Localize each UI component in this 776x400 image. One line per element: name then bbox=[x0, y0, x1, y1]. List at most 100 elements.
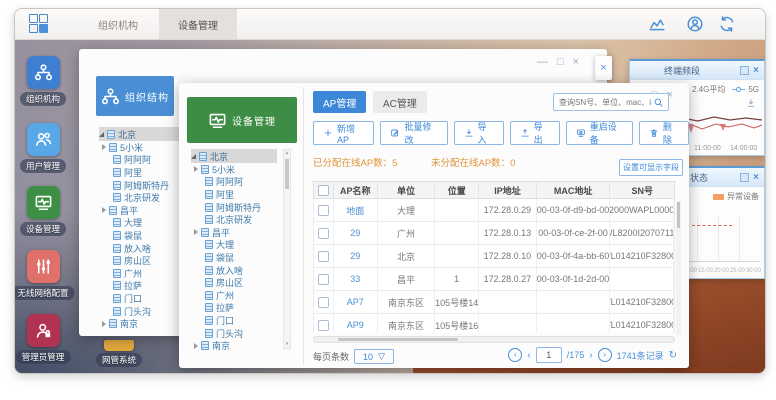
tree-node[interactable]: 阿姆斯特丹 bbox=[109, 179, 185, 192]
tree-node[interactable]: 阿阿阿 bbox=[201, 176, 277, 189]
tree-node[interactable]: 袋鼠 bbox=[201, 251, 277, 264]
tree-node[interactable]: 门头沟 bbox=[109, 305, 185, 318]
tree-node[interactable]: 昌平 bbox=[201, 226, 277, 239]
desktop-shortcut-5[interactable] bbox=[27, 314, 60, 347]
tab-AP管理[interactable]: AP管理 bbox=[313, 91, 366, 113]
table-row[interactable]: AP9南京东区105号楼16WL014210F328000 bbox=[314, 314, 674, 333]
table-row[interactable]: AP7南京东区105号楼14WL014210F328000 bbox=[314, 291, 674, 314]
refresh-icon[interactable]: ↻ bbox=[669, 350, 677, 361]
tree-root-node[interactable]: 北京 bbox=[99, 127, 185, 141]
search-icon[interactable] bbox=[653, 97, 664, 108]
activity-chart-icon[interactable] bbox=[648, 15, 666, 33]
desktop-shortcut-2[interactable] bbox=[27, 123, 60, 156]
per-page-select[interactable]: 10 ▽ bbox=[354, 349, 394, 364]
row-checkbox[interactable] bbox=[318, 274, 329, 285]
close-icon[interactable]: × bbox=[753, 172, 759, 183]
last-page-button[interactable]: › bbox=[598, 348, 612, 362]
row-checkbox[interactable] bbox=[318, 297, 329, 308]
tree-node[interactable]: 大理 bbox=[109, 217, 185, 230]
tree-node[interactable]: 门口 bbox=[109, 292, 185, 305]
tree-node[interactable]: 阿里 bbox=[201, 188, 277, 201]
row-checkbox[interactable] bbox=[318, 205, 329, 216]
tree-node[interactable]: 放入啥 bbox=[201, 264, 277, 277]
toolbar-button-删除[interactable]: 删除 bbox=[639, 121, 689, 145]
table-row[interactable]: 33昌平1172.28.0.2700-03-0f-1d-2d-00 bbox=[314, 268, 674, 291]
page-input[interactable] bbox=[536, 347, 562, 363]
first-page-button[interactable]: ‹ bbox=[508, 348, 522, 362]
table-row[interactable]: 29广州172.28.0.1300-03-0f-ce-2f-00WL8200I2… bbox=[314, 222, 674, 245]
tree-node[interactable]: 南京 bbox=[201, 339, 277, 352]
cell-name[interactable]: 29 bbox=[334, 245, 378, 267]
tree-node[interactable]: 阿里 bbox=[109, 166, 185, 179]
tree-node[interactable]: 阿阿阿 bbox=[109, 154, 185, 167]
desktop-shortcut-1[interactable] bbox=[27, 56, 60, 89]
tree-node[interactable]: 广州 bbox=[109, 267, 185, 280]
table-row[interactable]: 29北京172.28.0.1000-03-0f-4a-bb-60WL014210… bbox=[314, 245, 674, 268]
close-icon[interactable]: × bbox=[753, 65, 759, 76]
tree-node[interactable]: 门口 bbox=[201, 314, 277, 327]
topbar-tab-1[interactable]: 组织机构 bbox=[75, 9, 161, 39]
tree-node[interactable]: 昌平 bbox=[109, 204, 185, 217]
panel-pin-icon[interactable] bbox=[740, 173, 749, 182]
row-checkbox[interactable] bbox=[318, 251, 329, 262]
maximize-button[interactable]: □ bbox=[557, 57, 564, 68]
collapsed-caret-icon[interactable] bbox=[194, 229, 198, 235]
minimize-button[interactable]: — bbox=[537, 57, 548, 68]
row-checkbox[interactable] bbox=[318, 320, 329, 331]
tree-node[interactable]: 拉萨 bbox=[109, 280, 185, 293]
collapsed-caret-icon[interactable] bbox=[102, 321, 106, 327]
desktop-shortcut-4[interactable] bbox=[27, 250, 60, 283]
toolbar-button-批量修改[interactable]: 批量修改 bbox=[380, 121, 447, 145]
collapsed-caret-icon[interactable] bbox=[102, 144, 106, 150]
close-button[interactable]: × bbox=[573, 57, 579, 68]
tree-node[interactable]: 5小米 bbox=[201, 163, 277, 176]
tree-root-node[interactable]: 北京 bbox=[191, 149, 277, 163]
tree-node[interactable]: 南京 bbox=[109, 317, 185, 330]
tree-node[interactable]: 5小米 bbox=[109, 141, 185, 154]
row-checkbox[interactable] bbox=[318, 228, 329, 239]
next-page-button[interactable]: › bbox=[589, 350, 592, 361]
tree-node[interactable]: 阿姆斯特丹 bbox=[201, 201, 277, 214]
table-horizontal-scrollbar[interactable] bbox=[313, 336, 675, 343]
refresh-icon[interactable] bbox=[718, 15, 736, 33]
toolbar-button-重启设备[interactable]: 重启设备 bbox=[566, 121, 633, 145]
tree-node[interactable]: 门头沟 bbox=[201, 327, 277, 340]
search-input[interactable] bbox=[554, 98, 653, 107]
cell-name[interactable]: 地面 bbox=[334, 199, 378, 221]
tree-node[interactable]: 放入啥 bbox=[109, 242, 185, 255]
tree-node[interactable]: 北京研发 bbox=[201, 213, 277, 226]
tree-node[interactable]: 房山区 bbox=[109, 254, 185, 267]
account-icon[interactable] bbox=[686, 15, 704, 33]
toolbar-button-导入[interactable]: 导入 bbox=[454, 121, 504, 145]
tree-node[interactable]: 广州 bbox=[201, 289, 277, 302]
tree-node[interactable]: 房山区 bbox=[201, 276, 277, 289]
collapsed-caret-icon[interactable] bbox=[102, 207, 106, 213]
download-icon[interactable] bbox=[746, 98, 756, 108]
topbar-tab-2[interactable]: 设备管理 bbox=[159, 9, 237, 39]
expand-caret-icon[interactable] bbox=[99, 132, 104, 137]
collapsed-caret-icon[interactable] bbox=[194, 166, 198, 172]
desktop-shortcut-3[interactable] bbox=[27, 186, 60, 219]
configure-columns-button[interactable]: 设置可显示字段 bbox=[619, 159, 683, 176]
tree-scrollbar[interactable]: ▴▾ bbox=[283, 149, 291, 349]
toolbar-button-新增AP[interactable]: 新增AP bbox=[313, 121, 374, 145]
toolbar-button-导出[interactable]: 导出 bbox=[510, 121, 560, 145]
panel-pin-icon[interactable] bbox=[740, 66, 749, 75]
cell-name[interactable]: AP9 bbox=[334, 314, 378, 333]
hidden-window-close-button[interactable]: × bbox=[595, 56, 612, 80]
table-vertical-scrollbar[interactable] bbox=[676, 201, 681, 335]
table-row[interactable]: 地面大理172.28.0.2900-03-0f-d9-bd-002000WAPL… bbox=[314, 199, 674, 222]
tab-AC管理[interactable]: AC管理 bbox=[373, 91, 427, 113]
collapsed-caret-icon[interactable] bbox=[194, 343, 198, 349]
tree-node[interactable]: 大理 bbox=[201, 239, 277, 252]
cell-name[interactable]: 33 bbox=[334, 268, 378, 290]
desktop-shortcut-nms-icon[interactable] bbox=[104, 340, 134, 351]
cell-name[interactable]: 29 bbox=[334, 222, 378, 244]
cell-name[interactable]: AP7 bbox=[334, 291, 378, 313]
prev-page-button[interactable]: ‹ bbox=[527, 350, 530, 361]
select-all-checkbox[interactable] bbox=[318, 185, 329, 196]
expand-caret-icon[interactable] bbox=[191, 154, 196, 159]
tree-node[interactable]: 拉萨 bbox=[201, 302, 277, 315]
tree-node[interactable]: 袋鼠 bbox=[109, 229, 185, 242]
tree-node[interactable]: 北京研发 bbox=[109, 191, 185, 204]
